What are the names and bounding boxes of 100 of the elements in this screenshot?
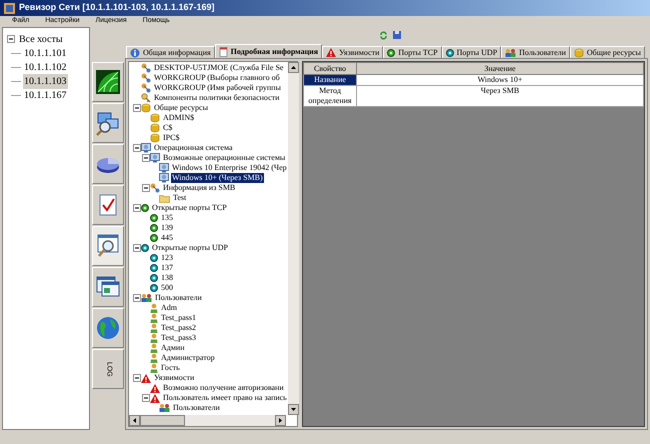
tree-item[interactable]: Открытые порты UDP — [151, 243, 230, 253]
side-button[interactable] — [92, 144, 124, 184]
tree-item[interactable]: ADMIN$ — [162, 113, 196, 123]
network-search-icon — [95, 110, 121, 136]
scroll-left-icon[interactable] — [129, 415, 140, 426]
vertical-scrollbar[interactable] — [288, 62, 299, 415]
tree-item[interactable]: Компоненты политики безопасности — [153, 93, 280, 103]
tree-item[interactable]: Администратор — [160, 353, 216, 363]
tree-item[interactable]: Уязвимости — [153, 373, 196, 383]
tree-item[interactable]: Возможно получение авторизовани — [162, 383, 285, 393]
tree-item[interactable]: Общие ресурсы — [153, 103, 209, 113]
tree-item[interactable]: C$ — [162, 123, 174, 133]
warning-icon — [141, 374, 151, 382]
collapse-icon[interactable] — [142, 394, 150, 402]
collapse-icon[interactable] — [132, 294, 140, 302]
tree-item[interactable]: 139 — [160, 223, 174, 233]
horizontal-scrollbar[interactable] — [129, 415, 286, 426]
scroll-down-icon[interactable] — [288, 404, 299, 415]
tree-item[interactable]: IPC$ — [162, 133, 180, 143]
collapse-icon[interactable] — [132, 144, 140, 152]
tree-item[interactable]: WORKGROUP (Имя рабочей группы — [153, 83, 282, 93]
tree-item[interactable]: 137 — [160, 263, 174, 273]
tree-item[interactable]: DESKTOP-U5TJMOE (Служба File Se — [153, 63, 284, 73]
tree-item[interactable]: 138 — [160, 273, 174, 283]
tree-item[interactable]: Админ — [160, 343, 186, 353]
collapse-icon[interactable] — [132, 374, 140, 382]
info-icon — [130, 48, 140, 58]
column-header[interactable]: Свойство — [304, 62, 356, 74]
port-dot-icon — [150, 264, 158, 272]
tree-item[interactable]: 123 — [160, 253, 174, 263]
side-button[interactable] — [92, 103, 124, 143]
save-icon[interactable] — [393, 31, 401, 39]
tree-item[interactable]: Возможные операционные системы — [162, 153, 286, 163]
collapse-icon[interactable] — [132, 244, 140, 252]
property-name[interactable]: Название — [304, 74, 356, 86]
host-item[interactable]: 10.1.1.103 — [23, 74, 68, 88]
tree-item[interactable]: Пользователи — [172, 403, 221, 413]
tab[interactable]: Общая информация — [126, 46, 215, 58]
host-item[interactable]: 10.1.1.101 — [23, 46, 68, 60]
share-icon — [150, 133, 160, 143]
tree-item[interactable]: Пользователь имеет право на запись — [162, 393, 288, 403]
tree-item[interactable]: Windows 10 Enterprise 19042 (Чер — [171, 163, 288, 173]
warning-icon — [150, 394, 160, 402]
port-dot-icon — [150, 224, 158, 232]
tree-item[interactable]: Windows 10+ (Через SMB) — [171, 173, 264, 183]
radar-icon — [95, 69, 121, 95]
tab[interactable]: Общие ресурсы — [570, 46, 645, 58]
tree-item[interactable]: Test_pass3 — [160, 333, 197, 343]
host-item[interactable]: 10.1.1.102 — [23, 60, 68, 74]
property-name[interactable]: Метод определения — [304, 86, 356, 106]
computer-icon — [150, 153, 160, 163]
tree-item[interactable]: Пользователи — [154, 293, 203, 303]
collapse-icon[interactable] — [142, 154, 150, 162]
tab[interactable]: Порты TCP — [383, 46, 442, 58]
tree-item[interactable]: Информация из SMB — [162, 183, 236, 193]
network-node-icon — [141, 73, 151, 83]
side-button[interactable] — [92, 226, 124, 266]
computer-icon — [141, 143, 151, 153]
port-dot-icon — [387, 48, 396, 56]
globe-icon — [95, 315, 121, 341]
tree-item[interactable]: Открытые порты TCP — [151, 203, 228, 213]
scroll-thumb[interactable] — [140, 415, 185, 426]
tree-item[interactable]: Все хосты — [19, 32, 63, 46]
tree-item[interactable]: Adm — [160, 303, 178, 313]
tab[interactable]: Порты UDP — [442, 46, 502, 58]
tree-item[interactable]: Test_pass1 — [160, 313, 197, 323]
side-button[interactable] — [92, 62, 124, 102]
port-dot-icon — [150, 274, 158, 282]
tree-item[interactable]: 500 — [160, 283, 174, 293]
window-magnifier-icon — [95, 233, 121, 259]
host-item[interactable]: 10.1.1.167 — [23, 88, 68, 102]
network-node-icon — [150, 183, 160, 193]
tree-item[interactable]: Операционная система — [153, 143, 234, 153]
tree-item[interactable]: Гость — [160, 363, 181, 373]
key-icon — [141, 93, 151, 103]
scroll-up-icon[interactable] — [288, 62, 299, 73]
collapse-icon[interactable] — [132, 104, 140, 112]
warning-icon — [150, 384, 160, 392]
share-icon — [574, 48, 584, 58]
scroll-right-icon[interactable] — [275, 415, 286, 426]
collapse-icon[interactable] — [132, 204, 140, 212]
property-value: Через SMB — [356, 86, 644, 106]
share-icon — [141, 103, 151, 113]
tree-item[interactable]: WORKGROUP (Выборы главного об — [153, 73, 281, 83]
side-button[interactable] — [92, 185, 124, 225]
tree-item[interactable]: 135 — [160, 213, 174, 223]
tab[interactable]: Уязвимости — [322, 46, 384, 58]
tree-item[interactable]: 445 — [160, 233, 174, 243]
tab[interactable]: Подробная информация — [214, 44, 322, 58]
collapse-icon[interactable] — [142, 184, 150, 192]
side-button[interactable] — [92, 267, 124, 307]
tab[interactable]: Пользователи — [501, 46, 570, 58]
users-icon — [159, 403, 170, 413]
property-value: Windows 10+ — [356, 74, 644, 86]
port-dot-icon — [150, 214, 158, 222]
tree-item[interactable]: Test_pass2 — [160, 323, 197, 333]
collapse-icon[interactable] — [7, 35, 15, 43]
tree-item[interactable]: Test — [172, 193, 188, 203]
port-dot-icon — [150, 254, 158, 262]
column-header[interactable]: Значение — [356, 62, 644, 74]
